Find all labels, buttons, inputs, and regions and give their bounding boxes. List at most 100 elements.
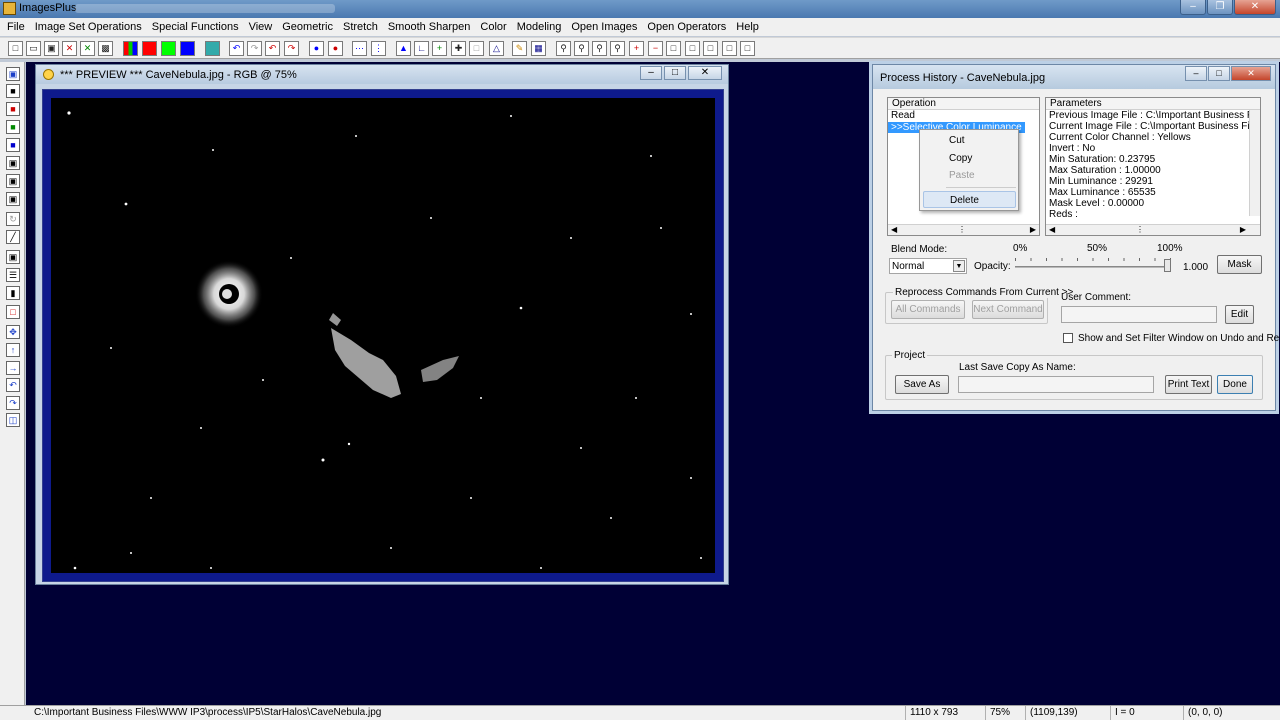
restore-icon[interactable]: ❐ (1207, 0, 1233, 15)
contrast-icon[interactable]: ▮ (6, 286, 20, 300)
zoom-out-icon[interactable]: ⚲ (574, 41, 589, 56)
rotate-right-icon[interactable]: ↷ (6, 396, 20, 410)
context-copy[interactable]: Copy (923, 150, 1016, 167)
redo-icon[interactable]: ↷ (247, 41, 262, 56)
print-text-button[interactable]: Print Text (1165, 375, 1212, 394)
save-as-button[interactable]: Save As (895, 375, 949, 394)
menu-help[interactable]: Help (731, 21, 764, 33)
dialog-close-icon[interactable]: ✕ (1231, 66, 1271, 81)
green-square-icon[interactable]: ■ (6, 120, 20, 134)
menu-file[interactable]: File (2, 21, 30, 33)
square-icon-3[interactable]: □ (703, 41, 718, 56)
undo-all-icon[interactable]: ↶ (265, 41, 280, 56)
zoom-fit-icon[interactable]: ⚲ (592, 41, 607, 56)
add-box-icon[interactable]: + (629, 41, 644, 56)
context-paste[interactable]: Paste (923, 167, 1016, 184)
blue-dot-icon[interactable]: ● (309, 41, 324, 56)
new-file-icon[interactable]: □ (8, 41, 23, 56)
undo-icon[interactable]: ↶ (229, 41, 244, 56)
move-icon[interactable]: ✥ (6, 325, 20, 339)
menu-view[interactable]: View (244, 21, 278, 33)
context-delete[interactable]: Delete (923, 191, 1016, 208)
red-square-icon[interactable]: ■ (6, 102, 20, 116)
zoom-in-icon[interactable]: ⚲ (556, 41, 571, 56)
close-icon[interactable]: ✕ (1234, 0, 1276, 15)
close-image-icon[interactable]: ✕ (62, 41, 77, 56)
square-icon-5[interactable]: □ (740, 41, 755, 56)
blend-mode-select[interactable]: Normal ▼ (889, 258, 967, 274)
opacity-slider[interactable] (1015, 256, 1171, 272)
preview-maximize-icon[interactable]: □ (664, 66, 686, 80)
parameters-list[interactable]: Parameters Previous Image File : C:\Impo… (1045, 97, 1261, 236)
menu-open-operators[interactable]: Open Operators (642, 21, 731, 33)
menu-image-set-operations[interactable]: Image Set Operations (30, 21, 147, 33)
rotate-left-icon[interactable]: ↶ (6, 378, 20, 392)
arrow-up-icon[interactable]: ↑ (6, 343, 20, 357)
menu-color[interactable]: Color (475, 21, 511, 33)
green-channel-icon[interactable] (161, 41, 176, 56)
minus-box-icon[interactable]: − (648, 41, 663, 56)
crop-icon[interactable]: □ (469, 41, 484, 56)
points-icon[interactable]: ⋮ (371, 41, 386, 56)
square-icon-4[interactable]: □ (722, 41, 737, 56)
preview-title-bar[interactable]: *** PREVIEW *** CaveNebula.jpg - RGB @ 7… (36, 65, 728, 84)
window-icon[interactable]: ▩ (98, 41, 113, 56)
save-icon[interactable]: ▣ (44, 41, 59, 56)
preview-minimize-icon[interactable]: – (640, 66, 662, 80)
operation-read[interactable]: Read (888, 110, 1039, 121)
save-image-icon[interactable]: ▣ (6, 67, 20, 81)
refresh-icon[interactable]: ↻ (6, 212, 20, 226)
open-folder-icon[interactable]: ▭ (26, 41, 41, 56)
operation-hscrollbar[interactable]: ◀ ⋮ ▶ (888, 224, 1039, 235)
arrow-right-icon[interactable]: → (6, 361, 20, 375)
red-dot-icon[interactable]: ● (328, 41, 343, 56)
context-cut[interactable]: Cut (923, 132, 1016, 149)
minimize-icon[interactable]: – (1180, 0, 1206, 15)
menu-special-functions[interactable]: Special Functions (147, 21, 244, 33)
process-history-title-bar[interactable]: Process History - CaveNebula.jpg – □ ✕ (873, 65, 1275, 89)
table-icon[interactable]: ▦ (531, 41, 546, 56)
image-icon[interactable]: △ (489, 41, 504, 56)
dialog-minimize-icon[interactable]: – (1185, 66, 1207, 81)
close-all-icon[interactable]: ✕ (80, 41, 95, 56)
blue-channel-icon[interactable] (180, 41, 195, 56)
menu-stretch[interactable]: Stretch (338, 21, 383, 33)
last-save-name-field[interactable] (958, 376, 1154, 393)
flip-icon[interactable]: ◫ (6, 413, 20, 427)
crop-box-icon[interactable]: □ (6, 305, 20, 319)
parameters-hscrollbar[interactable]: ◀ ⋮ ▶ (1046, 224, 1260, 235)
blue-square-icon[interactable]: ■ (6, 138, 20, 152)
preview-close-icon[interactable]: ✕ (688, 66, 722, 80)
done-button[interactable]: Done (1217, 375, 1253, 394)
grid-icon[interactable] (205, 41, 220, 56)
red-channel-icon[interactable] (142, 41, 157, 56)
show-filter-checkbox[interactable] (1063, 333, 1073, 343)
bars-icon[interactable]: ☰ (6, 268, 20, 282)
user-comment-field[interactable] (1061, 306, 1217, 323)
black-square-icon[interactable]: ■ (6, 84, 20, 98)
stack-icon[interactable]: ▣ (6, 192, 20, 206)
menu-open-images[interactable]: Open Images (566, 21, 642, 33)
menu-geometric[interactable]: Geometric (277, 21, 338, 33)
frame-icon[interactable]: ▣ (6, 250, 20, 264)
crosshair-icon[interactable]: ✚ (451, 41, 466, 56)
histogram-icon[interactable]: ▲ (396, 41, 411, 56)
image-canvas[interactable] (51, 98, 715, 573)
menu-modeling[interactable]: Modeling (512, 21, 567, 33)
square-icon-2[interactable]: □ (685, 41, 700, 56)
menu-smooth-sharpen[interactable]: Smooth Sharpen (383, 21, 476, 33)
dotted-line-icon[interactable]: ⋯ (352, 41, 367, 56)
dialog-maximize-icon[interactable]: □ (1208, 66, 1230, 81)
pencil-icon[interactable]: ✎ (512, 41, 527, 56)
curve-icon[interactable]: ╱ (6, 230, 20, 244)
parameters-vscrollbar[interactable] (1249, 110, 1260, 216)
plus-icon[interactable]: + (432, 41, 447, 56)
all-commands-button[interactable]: All Commands (891, 300, 965, 319)
mask-button[interactable]: Mask (1217, 255, 1262, 274)
opacity-slider-thumb[interactable] (1164, 259, 1171, 272)
next-command-button[interactable]: Next Command (972, 300, 1044, 319)
layers-icon[interactable]: ▣ (6, 156, 20, 170)
edit-button[interactable]: Edit (1225, 305, 1254, 324)
zoom-actual-icon[interactable]: ⚲ (610, 41, 625, 56)
square-icon-1[interactable]: □ (666, 41, 681, 56)
